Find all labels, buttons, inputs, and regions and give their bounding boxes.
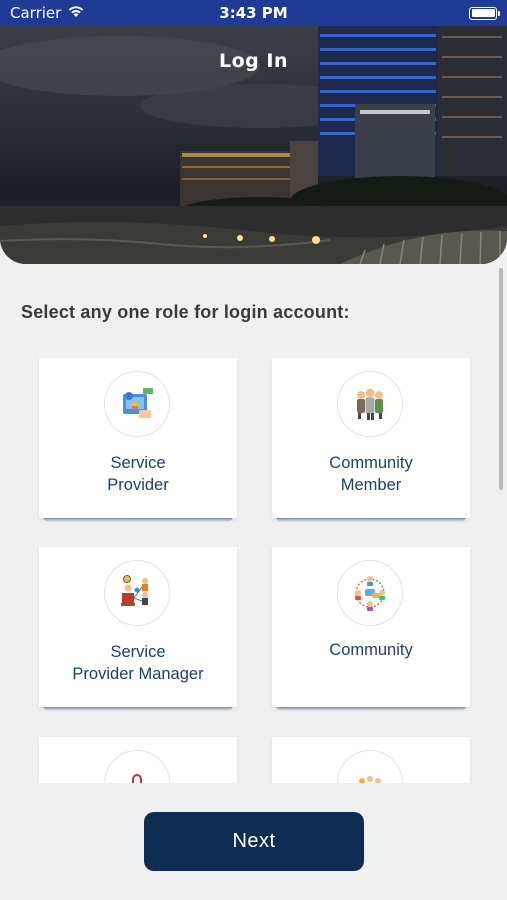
community-icon [337,560,403,626]
carrier-label: Carrier [10,4,62,22]
role-card-community[interactable]: Community [272,547,470,711]
role-label-line1: Community [329,641,413,659]
role-label-line2: Provider [107,476,169,494]
role-label: Service Provider Manager [39,641,237,685]
role-label: Community [272,639,470,661]
battery-icon [469,6,500,20]
role-label-line2: Member [340,476,402,494]
role-label-line1: Service [110,454,166,472]
role-label: Service Provider [39,452,237,496]
next-button[interactable]: Next [144,812,364,871]
header-banner: Log In [0,26,507,264]
service-provider-manager-icon [104,560,170,626]
lock-icon [104,750,170,783]
page-title: Log In [219,50,288,72]
group-icon [337,750,403,783]
role-label: Community Member [272,452,470,496]
role-prompt: Select any one role for login account: [21,302,350,322]
wifi-icon [67,4,85,22]
service-provider-icon [104,371,170,437]
role-grid[interactable]: Service Provider Community Member Servic… [0,340,507,783]
role-label-line1: Service [110,643,166,661]
role-card-service-provider[interactable]: Service Provider [39,358,237,522]
status-left: Carrier [10,4,85,22]
role-card-service-provider-manager[interactable]: Service Provider Manager [39,547,237,711]
role-card-community-member[interactable]: Community Member [272,358,470,522]
role-card-partial-left[interactable] [39,737,237,783]
community-member-icon [337,371,403,437]
role-label-line1: Community [329,454,413,472]
status-bar: Carrier 3:43 PM [0,0,507,26]
role-card-partial-right[interactable] [272,737,470,783]
role-label-line2: Provider Manager [72,665,204,683]
